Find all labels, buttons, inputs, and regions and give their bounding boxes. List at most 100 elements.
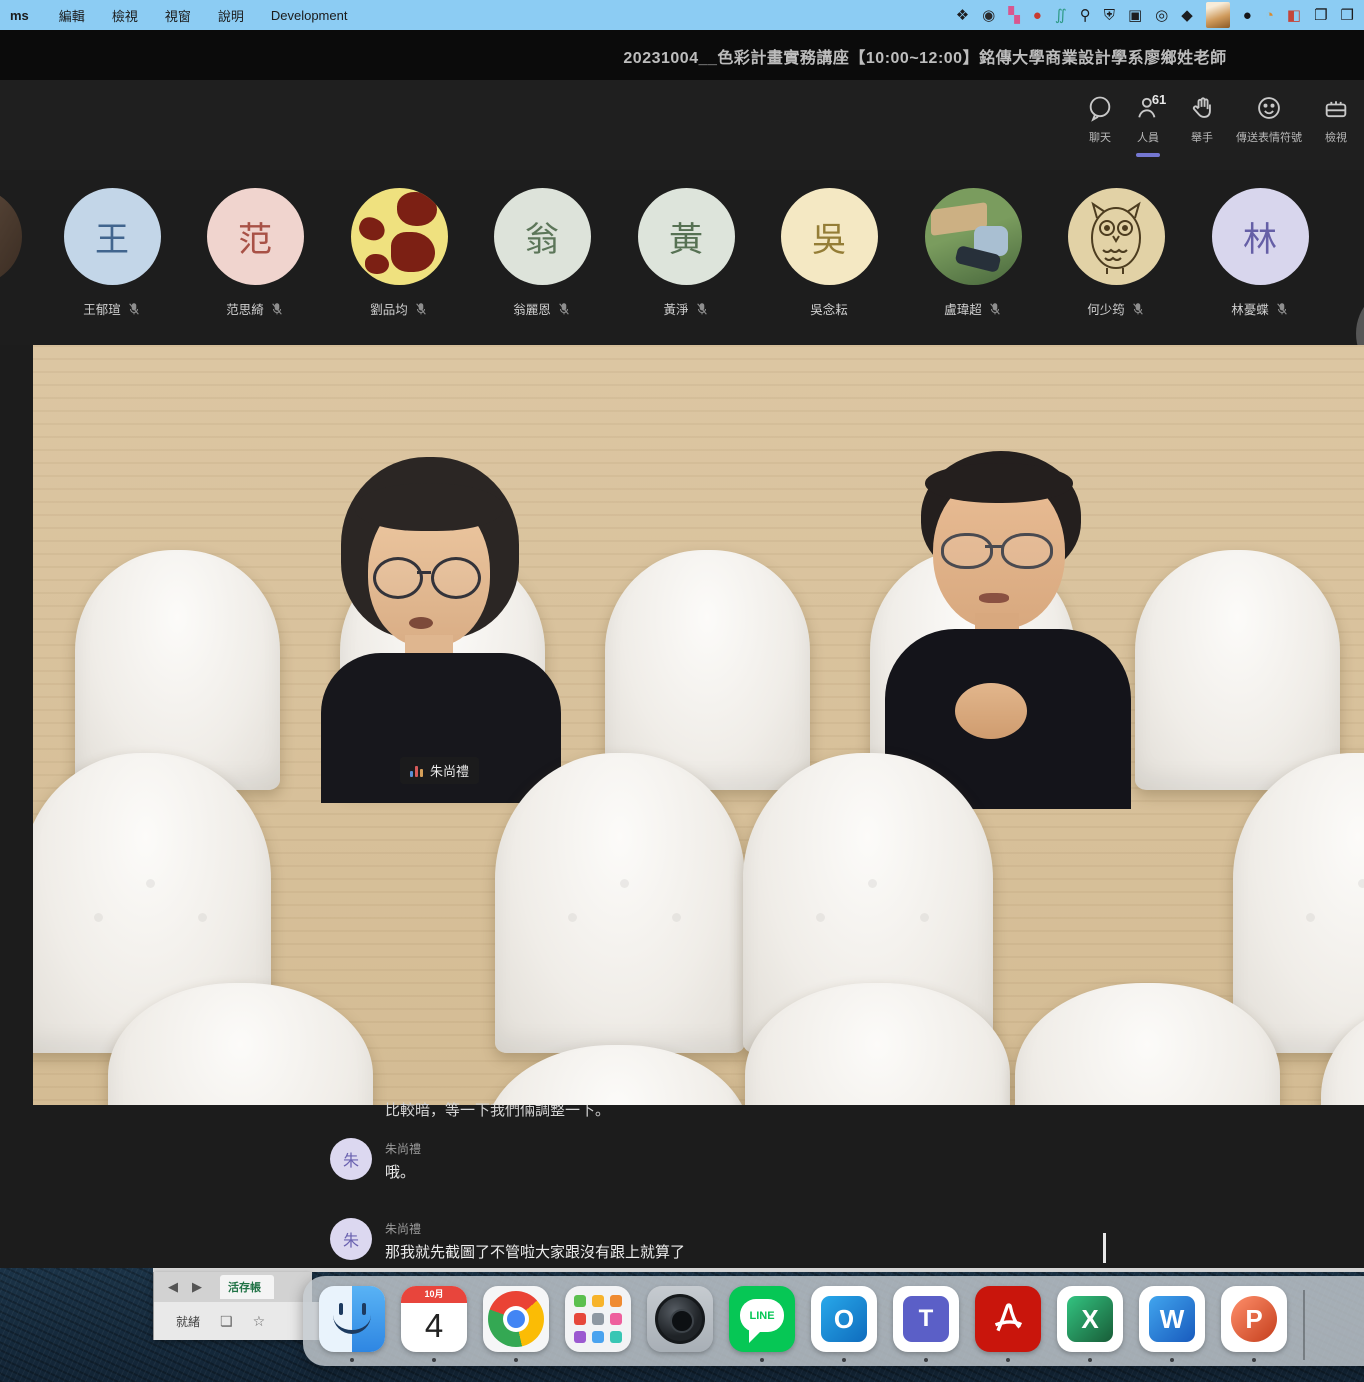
participant-weng[interactable]: 翁 翁麗恩: [471, 188, 613, 318]
search-circle-icon[interactable]: ◎: [1155, 8, 1168, 23]
partial-icon[interactable]: ❒: [1341, 8, 1354, 23]
menu-edit[interactable]: 編輯: [59, 6, 85, 25]
speaker-right-glasses: [1001, 533, 1053, 569]
dock-item-acrobat[interactable]: [975, 1286, 1041, 1352]
messenger-icon[interactable]: ●: [1243, 8, 1252, 23]
people-count-badge: 61: [1152, 92, 1166, 107]
teal-app-icon[interactable]: ∬: [1055, 8, 1067, 23]
chat-button[interactable]: 聊天: [1076, 88, 1124, 151]
mic-muted-icon: [988, 302, 1002, 316]
screen-share-icon[interactable]: ▣: [1128, 8, 1142, 23]
screen: ms 編輯 檢視 視窗 說明 Development ❖ ◉ ▚ ● ∬ ⚲ ⛨…: [0, 0, 1364, 1382]
word-icon: W: [1139, 1286, 1205, 1352]
figma-icon[interactable]: ▚: [1008, 8, 1020, 23]
chair: [1233, 753, 1364, 1053]
speaker-right-glasses: [941, 533, 993, 569]
shared-video-stage[interactable]: 朱尚禮: [33, 345, 1364, 1105]
background-excel-window[interactable]: ◀ ▶ 活存帳 就緒 ❏ ☆: [153, 1272, 312, 1340]
participant-lu[interactable]: 盧瑋超: [902, 188, 1044, 318]
dock-item-line[interactable]: LINE: [729, 1286, 795, 1352]
raise-hand-button[interactable]: 舉手: [1178, 88, 1226, 151]
status-ready-label: 就緒: [176, 1313, 200, 1330]
finder-icon: [319, 1286, 385, 1352]
drop-icon[interactable]: ◆: [1181, 8, 1193, 23]
excel-icon: X: [1057, 1286, 1123, 1352]
chat-icon: [1086, 94, 1114, 122]
speaker-name-tag: 朱尚禮: [400, 757, 479, 784]
people-button[interactable]: 61 人員: [1124, 88, 1172, 151]
dock-item-powerpoint[interactable]: P: [1221, 1286, 1287, 1352]
avatar-owl-drawing: [1068, 188, 1165, 285]
mic-muted-icon: [1275, 302, 1289, 316]
line-icon: LINE: [729, 1286, 795, 1352]
participant-name: 翁麗恩: [513, 299, 551, 318]
participant-name: 何少筠: [1087, 299, 1125, 318]
photo-thumbnail-icon[interactable]: [1206, 2, 1230, 28]
participant-roster: 王 王郁瑄 范 范思綺 劉品均 翁 翁麗恩 黃: [0, 170, 1364, 345]
participant-lin[interactable]: 林 林憂蝶: [1189, 188, 1331, 318]
shield-icon[interactable]: ⛨: [1104, 8, 1115, 23]
avatar-initial: 王: [64, 188, 161, 285]
participant-fan[interactable]: 范 范思綺: [184, 188, 326, 318]
menu-window[interactable]: 視窗: [165, 6, 191, 25]
star-icon[interactable]: ☆: [253, 1313, 266, 1330]
send-reaction-button[interactable]: 傳送表情符號: [1226, 88, 1312, 151]
mic-muted-icon: [1131, 302, 1145, 316]
people-label: 人員: [1137, 129, 1159, 145]
menu-help[interactable]: 說明: [218, 6, 244, 25]
view-button[interactable]: 檢視: [1312, 88, 1360, 151]
dock-item-word[interactable]: W: [1139, 1286, 1205, 1352]
participant-wu[interactable]: 吳 吳念耘: [758, 188, 900, 318]
teams-icon: T: [893, 1286, 959, 1352]
ring-icon[interactable]: ◔: [1265, 8, 1274, 23]
dropbox-icon[interactable]: ❖: [956, 8, 969, 23]
files-icon[interactable]: ❐: [1314, 8, 1327, 23]
participant-huang[interactable]: 黃 黃淨: [615, 188, 757, 318]
chat-message-text: 哦。: [385, 1161, 415, 1182]
dock-item-outlook[interactable]: O: [811, 1286, 877, 1352]
speaker-right-glasses-bridge: [985, 545, 1003, 548]
chrome-icon: [483, 1286, 549, 1352]
menu-bar: ms 編輯 檢視 視窗 說明 Development ❖ ◉ ▚ ● ∬ ⚲ ⛨…: [0, 0, 1364, 30]
badge-icon[interactable]: ◧: [1287, 8, 1301, 23]
record-icon[interactable]: ●: [1033, 8, 1042, 23]
dock-divider: [1303, 1290, 1305, 1360]
mic-muted-icon: [127, 302, 141, 316]
participant-name: 劉品均: [370, 299, 408, 318]
background-window-edge: [153, 1268, 1364, 1272]
participant-wang[interactable]: 王 王郁瑄: [41, 188, 183, 318]
speaker-left-glasses: [431, 557, 481, 599]
outlook-icon: O: [811, 1286, 877, 1352]
menu-view[interactable]: 檢視: [112, 6, 138, 25]
location-pin-icon[interactable]: ⚲: [1080, 8, 1091, 23]
emoji-icon: [1255, 94, 1283, 122]
avatar-initial: 吳: [781, 188, 878, 285]
chat-avatar[interactable]: 朱: [330, 1138, 372, 1180]
chat-avatar[interactable]: 朱: [330, 1218, 372, 1260]
participant-avatar-partial-left[interactable]: [0, 188, 22, 285]
dock-item-finder[interactable]: [319, 1286, 385, 1352]
nav-back-button[interactable]: ◀: [168, 1279, 178, 1295]
speaker-left-fringe: [355, 483, 503, 531]
participant-name: 范思綺: [226, 299, 264, 318]
dock-item-calendar[interactable]: 10月 4: [401, 1286, 467, 1352]
dock-item-excel[interactable]: X: [1057, 1286, 1123, 1352]
mic-muted-icon: [557, 302, 571, 316]
menu-development[interactable]: Development: [271, 8, 348, 23]
chat-message-text: 那我就先截圖了不管啦大家跟沒有跟上就算了: [385, 1241, 685, 1262]
view-icon: [1322, 94, 1350, 122]
nav-forward-button[interactable]: ▶: [192, 1279, 202, 1295]
dock-item-camera-app[interactable]: [647, 1286, 713, 1352]
launchpad-icon: [565, 1286, 631, 1352]
dock-item-chrome[interactable]: [483, 1286, 549, 1352]
participant-liu[interactable]: 劉品均: [328, 188, 470, 318]
chair: [75, 550, 280, 790]
participant-he[interactable]: 何少筠: [1045, 188, 1187, 318]
grid-app-icon[interactable]: ◉: [982, 8, 995, 23]
dock-item-launchpad[interactable]: [565, 1286, 631, 1352]
avatar-photo-art: [351, 188, 448, 285]
dock-item-teams[interactable]: T: [893, 1286, 959, 1352]
sheet-tab[interactable]: 活存帳: [220, 1275, 274, 1299]
layout-icon[interactable]: ❏: [220, 1313, 233, 1330]
app-menu-partial[interactable]: ms: [10, 8, 29, 23]
